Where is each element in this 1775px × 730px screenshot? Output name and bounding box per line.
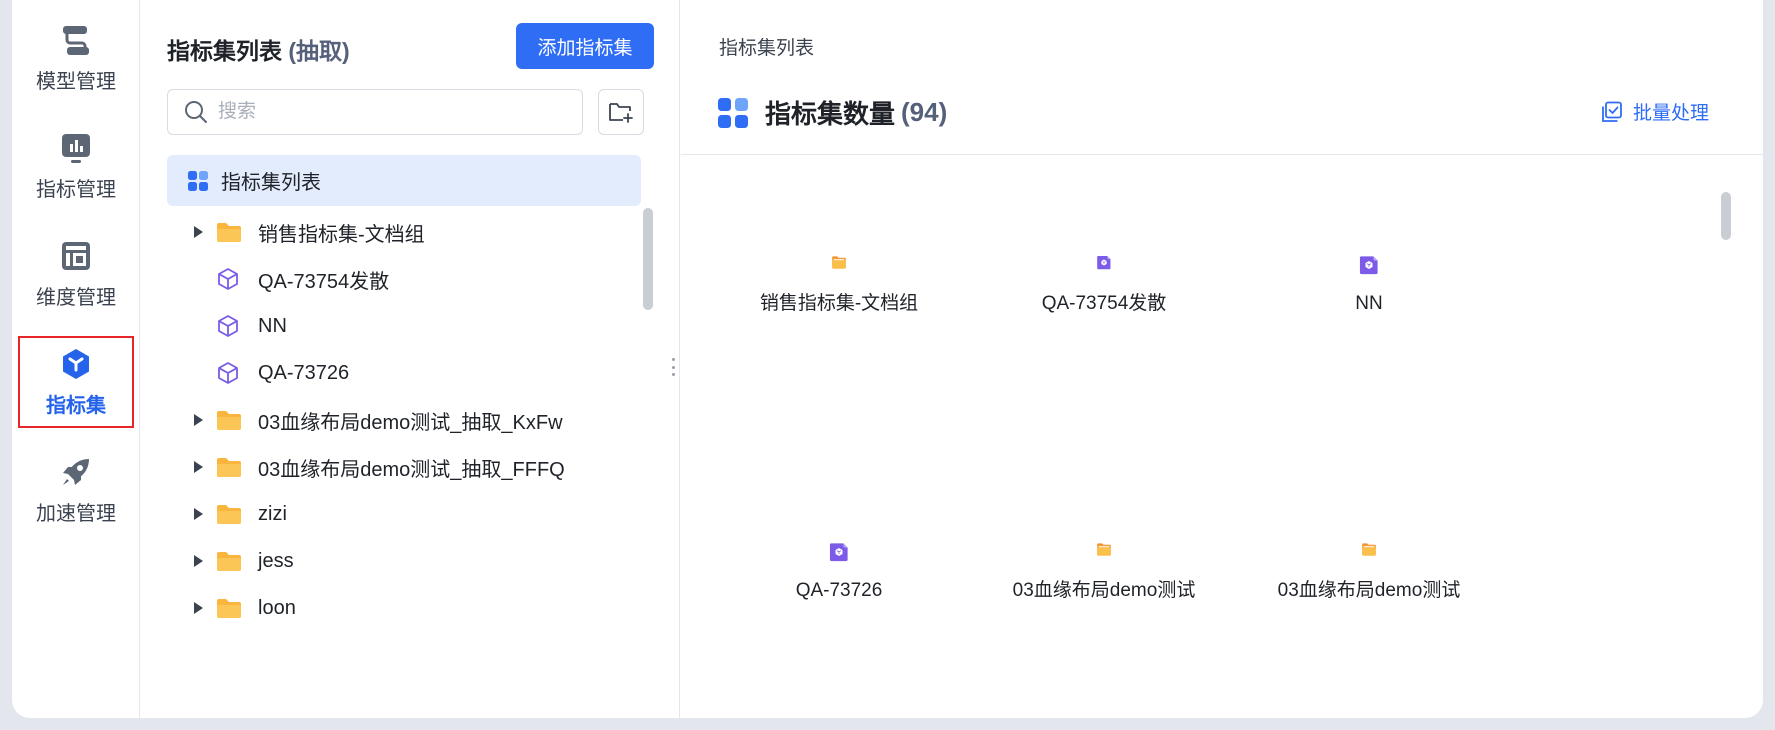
tree-root-label: 指标集列表 <box>221 172 321 194</box>
metric-set-file-icon <box>1097 256 1111 270</box>
grid-card-folder[interactable]: 销售指标集-文档组 <box>719 155 959 315</box>
folder-icon <box>217 599 241 618</box>
grid-card-folder[interactable]: 03血缘布局demo测试 <box>984 442 1224 602</box>
nav-item-label: 加速管理 <box>36 502 116 525</box>
metric-set-cube-icon <box>63 348 89 379</box>
tree-scrollbar[interactable] <box>643 208 653 310</box>
metric-set-count: (94) <box>901 97 948 127</box>
tree-item-metric-set[interactable]: QA-73754发散 <box>140 253 620 305</box>
folder-icon <box>217 411 241 430</box>
tree-item-metric-set[interactable]: NN <box>140 300 620 352</box>
grid-card-metric-set[interactable]: NN <box>1249 155 1489 315</box>
dimension-icon <box>62 241 90 270</box>
panel-title-suffix: (抽取) <box>288 38 350 64</box>
grid-card-label: 销售指标集-文档组 <box>759 293 919 314</box>
folder-icon <box>217 505 241 524</box>
grid-card-label: QA-73726 <box>795 580 883 601</box>
content-area: 指标集列表 指标集数量 (94) 批量处理 销售指标集-文档组 QA-73754… <box>681 0 1763 718</box>
nav-item-dimension[interactable]: 维度管理 <box>18 228 134 320</box>
nav-item-label: 维度管理 <box>36 286 116 309</box>
tree-root-item[interactable]: 指标集列表 <box>167 155 641 206</box>
folder-icon <box>217 223 241 242</box>
panel-resize-handle[interactable] <box>672 358 676 376</box>
caret-right-icon[interactable] <box>192 601 204 615</box>
breadcrumb[interactable]: 指标集列表 <box>719 33 814 60</box>
tree-item-label: 销售指标集-文档组 <box>258 223 425 246</box>
metric-set-tree-panel: 指标集列表 (抽取) 添加指标集 指标集列表 <box>140 0 680 718</box>
metric-set-grid: 销售指标集-文档组 QA-73754发散 NN QA-73726 03血缘布局d… <box>681 155 1763 656</box>
folder-add-icon <box>609 103 633 123</box>
caret-right-icon[interactable] <box>192 413 204 427</box>
batch-process-button[interactable]: 批量处理 <box>1601 98 1709 125</box>
grid-card-folder[interactable]: 03血缘布局demo测试 <box>1249 442 1489 602</box>
nav-item-label: 指标集 <box>46 394 106 417</box>
app-window: 模型管理 指标管理 维度管理 指标集 加速管理 指标集列表 (抽取) 添加指标集… <box>12 0 1763 718</box>
grid-apps-icon <box>188 170 208 191</box>
search-box <box>167 89 583 135</box>
nav-item-acceleration[interactable]: 加速管理 <box>18 444 134 536</box>
grid-card-label: QA-73754发散 <box>1041 293 1167 314</box>
tree-item-folder[interactable]: 03血缘布局demo测试_抽取_FFFQ <box>140 441 620 493</box>
caret-right-icon[interactable] <box>192 225 204 239</box>
nav-item-metric[interactable]: 指标管理 <box>18 120 134 212</box>
tree-item-label: loon <box>258 596 296 619</box>
tree-item-folder[interactable]: loon <box>140 582 620 634</box>
metric-chart-icon <box>62 133 90 163</box>
caret-right-icon[interactable] <box>192 507 204 521</box>
panel-title-text: 指标集列表 <box>167 38 282 64</box>
new-folder-button[interactable] <box>598 89 644 135</box>
folder-icon <box>1097 543 1111 556</box>
folder-icon <box>832 256 846 269</box>
grid-card-label: NN <box>1355 293 1383 314</box>
nav-item-metric-set[interactable]: 指标集 <box>18 336 134 428</box>
page-title-text: 指标集数量 <box>765 99 896 129</box>
nav-item-model[interactable]: 模型管理 <box>18 12 134 104</box>
side-nav: 模型管理 指标管理 维度管理 指标集 加速管理 <box>12 0 140 718</box>
grid-card-label: 03血缘布局demo测试 <box>1012 580 1196 601</box>
grid-apps-icon <box>718 97 748 128</box>
caret-right-icon[interactable] <box>192 554 204 568</box>
model-icon <box>63 25 89 55</box>
page-title: 指标集数量 (94) <box>717 94 947 131</box>
tree-item-folder[interactable]: 销售指标集-文档组 <box>140 206 620 258</box>
panel-title: 指标集列表 (抽取) <box>167 32 350 66</box>
batch-process-label: 批量处理 <box>1632 103 1709 124</box>
rocket-icon <box>63 458 89 485</box>
content-scrollbar[interactable] <box>1721 192 1731 240</box>
tree-item-label: QA-73754发散 <box>258 270 390 293</box>
tree-item-label: QA-73726 <box>258 361 350 384</box>
tree-item-label: 03血缘布局demo测试_抽取_FFFQ <box>258 458 565 481</box>
folder-icon <box>1362 543 1376 556</box>
folder-icon <box>217 552 241 571</box>
batch-check-icon <box>1602 101 1622 122</box>
caret-right-icon[interactable] <box>192 460 204 474</box>
search-input[interactable] <box>218 101 558 123</box>
metric-set-outline-icon <box>218 362 238 384</box>
tree-item-folder[interactable]: zizi <box>140 488 620 540</box>
tree-item-metric-set[interactable]: QA-73726 <box>140 347 620 399</box>
metric-set-file-icon <box>1359 256 1378 275</box>
nav-item-label: 模型管理 <box>36 70 116 93</box>
add-metric-set-button[interactable]: 添加指标集 <box>516 23 654 69</box>
grid-card-metric-set[interactable]: QA-73726 <box>719 442 959 602</box>
search-icon <box>185 101 207 123</box>
folder-icon <box>217 458 241 477</box>
tree-item-label: jess <box>258 549 294 572</box>
grid-card-metric-set[interactable]: QA-73754发散 <box>984 155 1224 315</box>
tree-item-label: zizi <box>258 502 287 525</box>
metric-set-outline-icon <box>218 268 238 290</box>
nav-item-label: 指标管理 <box>36 178 116 201</box>
metric-set-outline-icon <box>218 315 238 337</box>
tree-item-label: NN <box>258 314 287 337</box>
metric-set-file-icon <box>829 543 848 562</box>
grid-card-label: 03血缘布局demo测试 <box>1277 580 1461 601</box>
tree-item-folder[interactable]: 03血缘布局demo测试_抽取_KxFw <box>140 394 620 446</box>
tree-item-folder[interactable]: jess <box>140 535 620 587</box>
tree-item-label: 03血缘布局demo测试_抽取_KxFw <box>258 411 563 434</box>
